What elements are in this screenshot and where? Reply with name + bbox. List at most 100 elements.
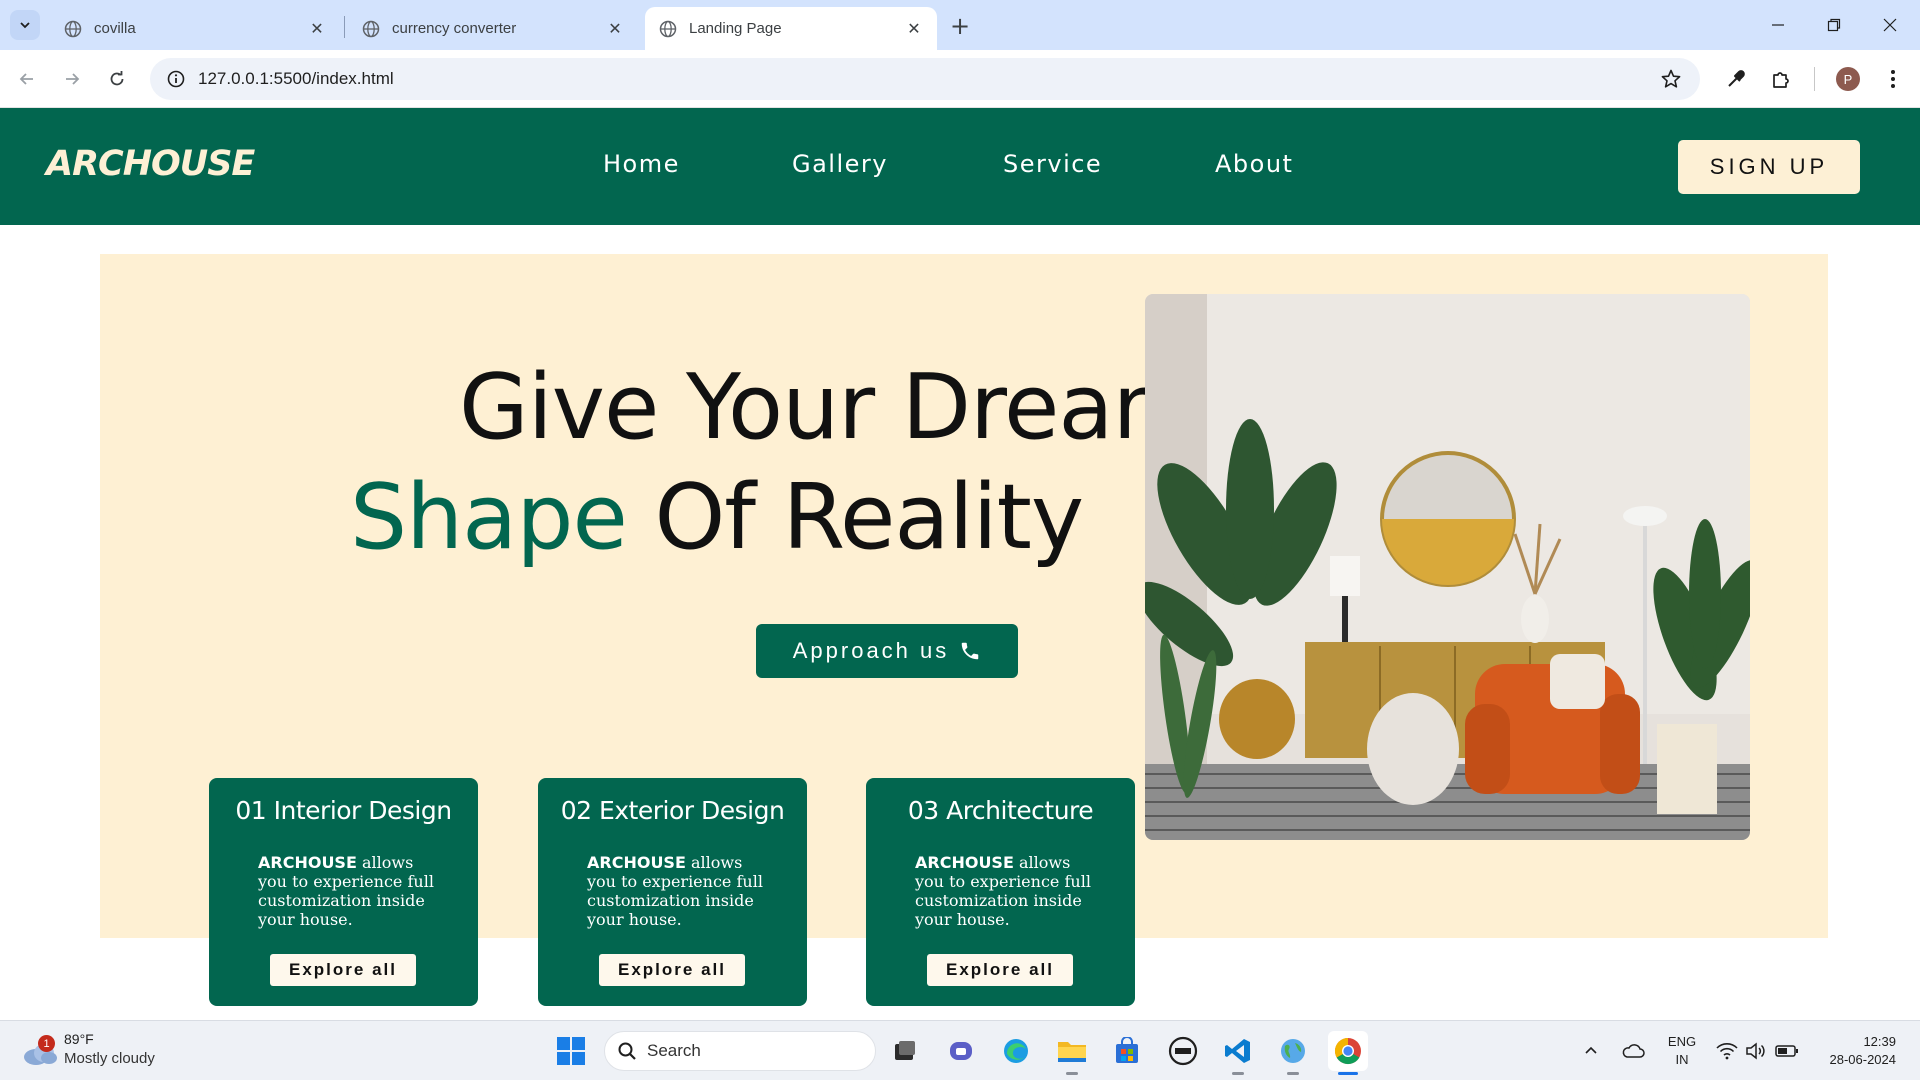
taskbar-app-vscode[interactable]	[1218, 1031, 1258, 1075]
weather-widget[interactable]: 1 89°F Mostly cloudy	[22, 1029, 172, 1073]
vscode-icon	[1225, 1039, 1250, 1063]
close-icon[interactable]: ✕	[308, 20, 326, 38]
tab-separator	[344, 16, 345, 38]
chevron-down-icon	[20, 22, 30, 29]
card-description: ARCHOUSE allows you to experience full c…	[587, 853, 767, 929]
card-title: 03 Architecture	[907, 796, 1094, 825]
running-indicator	[1287, 1072, 1299, 1075]
approach-us-button[interactable]: Approach us	[756, 624, 1018, 678]
hero-headline-line1: Give Your Dreams	[459, 355, 1246, 460]
address-bar[interactable]: 127.0.0.1:5500/index.html	[150, 58, 1700, 100]
chrome-icon	[1334, 1037, 1361, 1065]
new-tab-button[interactable]: +	[946, 12, 974, 40]
approach-us-label: Approach us	[792, 638, 950, 663]
hero-headline-rest: Of Reality	[654, 465, 1084, 570]
cloud-icon	[1622, 1044, 1645, 1058]
reload-icon	[110, 71, 124, 86]
eyedropper-icon[interactable]	[1723, 66, 1749, 92]
browser-toolbar: 127.0.0.1:5500/index.html	[0, 50, 1920, 108]
store-bag-icon	[1116, 1037, 1138, 1063]
window-close-button[interactable]	[1862, 0, 1918, 50]
tray-overflow-chevron[interactable]	[1583, 1021, 1599, 1081]
system-clock[interactable]: 12:39 28-06-2024	[1810, 1033, 1897, 1069]
tab-landing-page[interactable]: Landing Page ✕	[645, 7, 937, 50]
forward-button[interactable]	[57, 64, 87, 94]
card-title: 01 Interior Design	[235, 796, 452, 825]
taskbar-search-box[interactable]: Search	[604, 1031, 876, 1071]
minimize-icon	[1772, 24, 1784, 26]
back-button[interactable]	[12, 64, 42, 94]
weather-temperature: 89°F	[64, 1031, 94, 1047]
arrow-right-icon	[66, 73, 80, 85]
tab-currency-converter[interactable]: currency converter ✕	[348, 7, 638, 50]
globe-app-icon	[1281, 1039, 1305, 1063]
tab-title: currency converter	[392, 20, 517, 37]
windows-taskbar: 1 89°F Mostly cloudy Search ENG IN 12:39…	[0, 1020, 1920, 1080]
taskbar-app-file-explorer[interactable]	[1052, 1031, 1092, 1075]
explore-all-button[interactable]: Explore all	[599, 954, 745, 986]
close-icon[interactable]: ✕	[606, 20, 624, 38]
phone-icon	[962, 642, 979, 660]
close-icon[interactable]: ✕	[905, 20, 923, 38]
nav-link-home[interactable]: Home	[603, 150, 680, 178]
taskbar-app-task-view[interactable]	[885, 1031, 925, 1071]
arrow-left-icon	[19, 73, 33, 85]
search-icon	[618, 1042, 636, 1060]
card-title: 02 Exterior Design	[560, 796, 785, 825]
battery-icon	[1775, 1045, 1798, 1057]
explore-all-button[interactable]: Explore all	[270, 954, 416, 986]
tab-covilla[interactable]: covilla ✕	[50, 7, 340, 50]
browser-tab-strip: covilla ✕ currency converter ✕ Landing P…	[0, 0, 1920, 50]
taskbar-app-edge[interactable]	[996, 1031, 1036, 1071]
url-text: 127.0.0.1:5500/index.html	[198, 69, 394, 88]
service-card-interior: 01 Interior Design ARCHOUSE allows you t…	[209, 778, 478, 1006]
volume-tray-icon[interactable]	[1745, 1021, 1767, 1081]
onedrive-tray-icon[interactable]	[1621, 1021, 1645, 1081]
reload-button[interactable]	[102, 64, 132, 94]
nav-link-gallery[interactable]: Gallery	[792, 150, 888, 178]
minimize-button[interactable]	[1750, 0, 1806, 50]
card-description: ARCHOUSE allows you to experience full c…	[915, 853, 1095, 929]
toolbar-divider	[1814, 67, 1815, 91]
taskbar-app-chrome[interactable]	[1328, 1031, 1368, 1075]
hero-headline-line2: Shape Of Reality	[350, 465, 1084, 570]
tab-title: Landing Page	[689, 20, 782, 37]
chevron-up-icon	[1585, 1046, 1597, 1054]
more-menu-icon[interactable]	[1880, 66, 1906, 92]
weather-condition: Mostly cloudy	[64, 1050, 155, 1067]
taskbar-app-dell[interactable]	[1163, 1031, 1203, 1071]
explore-all-button[interactable]: Explore all	[927, 954, 1073, 986]
site-navbar: ARCHOUSE Home Gallery Service About SIGN…	[0, 108, 1920, 225]
extensions-puzzle-icon[interactable]	[1768, 66, 1794, 92]
restore-button[interactable]	[1806, 0, 1862, 50]
taskbar-app-teams[interactable]	[941, 1031, 981, 1071]
profile-avatar[interactable]: P	[1836, 67, 1860, 91]
wifi-tray-icon[interactable]	[1716, 1021, 1738, 1081]
card-brand: ARCHOUSE	[587, 853, 686, 872]
edge-browser-icon	[1004, 1039, 1028, 1063]
site-info-icon[interactable]	[156, 58, 196, 100]
teams-chat-icon	[950, 1042, 972, 1060]
sign-up-button[interactable]: SIGN UP	[1678, 140, 1860, 194]
site-logo[interactable]: ARCHOUSE	[46, 144, 255, 184]
nav-link-service[interactable]: Service	[1003, 150, 1102, 178]
battery-tray-icon[interactable]	[1775, 1021, 1799, 1081]
tab-search-button[interactable]	[10, 10, 40, 40]
running-indicator	[1066, 1072, 1078, 1075]
clock-time: 12:39	[1863, 1034, 1896, 1049]
tab-title: covilla	[94, 20, 136, 37]
taskbar-app-globe[interactable]	[1273, 1031, 1313, 1075]
close-icon	[1883, 18, 1897, 32]
windows-start-button[interactable]	[551, 1031, 591, 1071]
input-language[interactable]: ENG IN	[1664, 1033, 1700, 1069]
speaker-icon	[1746, 1042, 1765, 1060]
language-region: IN	[1675, 1052, 1689, 1067]
card-brand: ARCHOUSE	[915, 853, 1014, 872]
globe-icon	[362, 20, 380, 37]
globe-icon	[64, 20, 82, 37]
living-room-illustration	[1145, 294, 1750, 840]
nav-link-about[interactable]: About	[1215, 150, 1293, 178]
taskbar-app-store[interactable]	[1107, 1031, 1147, 1071]
dell-logo-icon	[1168, 1036, 1198, 1066]
bookmark-star-icon[interactable]	[1660, 68, 1682, 90]
